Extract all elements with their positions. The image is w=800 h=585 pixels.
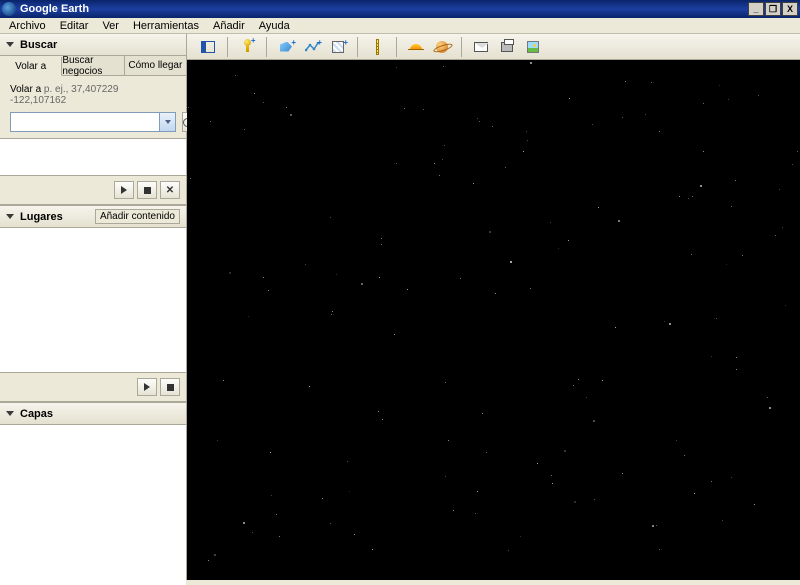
minimize-button[interactable]: _ — [748, 2, 764, 16]
menubar: Archivo Editar Ver Herramientas Añadir A… — [0, 18, 800, 34]
chevron-down-icon — [6, 42, 14, 47]
panel-search-title: Buscar — [20, 39, 180, 51]
separator — [461, 37, 462, 57]
tour-play-button[interactable] — [114, 181, 134, 199]
close-icon: ✕ — [166, 185, 174, 196]
add-path-button[interactable]: + — [301, 37, 323, 57]
chevron-down-icon — [165, 120, 171, 124]
chevron-down-icon — [6, 214, 14, 219]
search-hint-label: Volar a — [10, 84, 41, 95]
panel-search: Buscar Volar a Buscar negocios Cómo lleg… — [0, 34, 186, 206]
tab-directions[interactable]: Cómo llegar — [125, 56, 186, 75]
play-icon — [144, 383, 150, 391]
separator — [357, 37, 358, 57]
tour-stop-button[interactable] — [137, 181, 157, 199]
places-play-button[interactable] — [137, 378, 157, 396]
side-panel: Buscar Volar a Buscar negocios Cómo lleg… — [0, 34, 187, 580]
layers-list[interactable] — [0, 425, 186, 585]
app-icon — [2, 2, 16, 16]
ruler-icon — [376, 39, 379, 55]
switch-sky-button[interactable] — [431, 37, 453, 57]
separator — [227, 37, 228, 57]
search-input[interactable] — [11, 113, 159, 131]
sunlight-button[interactable] — [405, 37, 427, 57]
panel-places: Lugares Añadir contenido — [0, 206, 186, 403]
stop-icon — [167, 384, 174, 391]
window-title: Google Earth — [20, 3, 748, 15]
window-buttons: _ ❐ X — [748, 2, 798, 16]
add-content-button[interactable]: Añadir contenido — [95, 209, 180, 224]
search-tour-controls: ✕ — [0, 176, 186, 205]
menu-archivo[interactable]: Archivo — [2, 19, 53, 33]
save-image-button[interactable] — [522, 37, 544, 57]
stop-icon — [144, 187, 151, 194]
search-combo — [10, 112, 176, 132]
image-overlay-icon — [332, 41, 344, 53]
separator — [266, 37, 267, 57]
tab-fly-to[interactable]: Volar a — [0, 57, 62, 76]
sun-icon — [410, 44, 422, 50]
add-image-overlay-button[interactable]: + — [327, 37, 349, 57]
toggle-sidebar-button[interactable] — [197, 37, 219, 57]
places-tour-controls — [0, 373, 186, 402]
pushpin-icon — [246, 42, 249, 52]
panel-search-header[interactable]: Buscar — [0, 34, 186, 56]
add-placemark-button[interactable] — [236, 37, 258, 57]
image-icon — [527, 41, 539, 53]
polygon-icon — [280, 42, 292, 52]
add-polygon-button[interactable]: + — [275, 37, 297, 57]
close-button[interactable]: X — [782, 2, 798, 16]
sidebar-icon — [201, 41, 215, 53]
restore-button[interactable]: ❐ — [765, 2, 781, 16]
search-clear-button[interactable]: ✕ — [160, 181, 180, 199]
planet-icon — [436, 41, 448, 53]
viewport-area: + + + — [187, 34, 800, 580]
toolbar: + + + — [187, 34, 800, 60]
menu-ayuda[interactable]: Ayuda — [252, 19, 297, 33]
search-dropdown-button[interactable] — [159, 113, 175, 131]
print-button[interactable] — [496, 37, 518, 57]
email-button[interactable] — [470, 37, 492, 57]
ruler-button[interactable] — [366, 37, 388, 57]
menu-editar[interactable]: Editar — [53, 19, 96, 33]
globe-canvas[interactable] — [187, 60, 800, 580]
panel-layers-title: Capas — [20, 408, 180, 420]
places-stop-button[interactable] — [160, 378, 180, 396]
menu-herramientas[interactable]: Herramientas — [126, 19, 206, 33]
menu-anadir[interactable]: Añadir — [206, 19, 252, 33]
panel-places-header[interactable]: Lugares Añadir contenido — [0, 206, 186, 228]
panel-layers: Capas — [0, 403, 186, 585]
search-tabs: Volar a Buscar negocios Cómo llegar — [0, 56, 186, 76]
mail-icon — [474, 42, 488, 52]
panel-places-title: Lugares — [20, 211, 95, 223]
tab-find-businesses[interactable]: Buscar negocios — [62, 56, 124, 75]
separator — [396, 37, 397, 57]
chevron-down-icon — [6, 411, 14, 416]
print-icon — [501, 42, 513, 52]
search-hint: Volar a p. ej., 37,407229 -122,107162 — [10, 84, 176, 106]
search-results — [0, 138, 186, 176]
titlebar: Google Earth _ ❐ X — [0, 0, 800, 18]
places-list[interactable] — [0, 228, 186, 373]
play-icon — [121, 186, 127, 194]
panel-layers-header[interactable]: Capas — [0, 403, 186, 425]
menu-ver[interactable]: Ver — [95, 19, 126, 33]
